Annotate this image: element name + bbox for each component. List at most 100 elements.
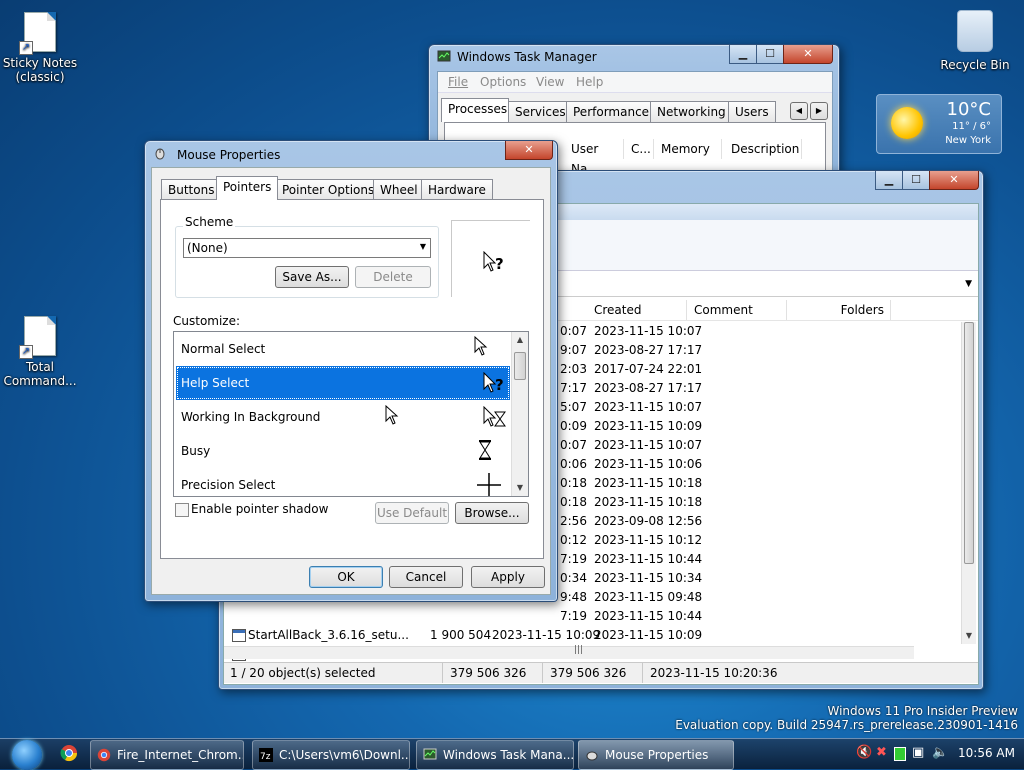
task-manager-icon <box>437 50 451 62</box>
file-list-vertical-scrollbar[interactable]: ▼ <box>961 322 976 644</box>
clock[interactable]: 10:56 AM <box>958 746 1015 760</box>
scroll-up-arrow[interactable]: ▲ <box>512 332 528 348</box>
tab-scroll-left-button[interactable]: ◀ <box>790 102 808 120</box>
pointer-row-busy[interactable]: Busy <box>176 434 510 468</box>
scheme-dropdown[interactable]: (None) ▼ <box>183 238 431 258</box>
desktop-icon-label: Command... <box>3 374 77 388</box>
modified-time: 0:12 <box>560 533 587 547</box>
column-description[interactable]: Description <box>725 139 802 159</box>
created-date: 2023-11-15 10:06 <box>594 457 703 471</box>
pointer-list-scrollbar[interactable]: ▲ ▼ <box>511 332 528 496</box>
pointer-list[interactable]: Normal Select Help Select ? Working In B… <box>173 331 529 497</box>
column-memory[interactable]: Memory ... <box>655 139 722 176</box>
scrollbar-thumb[interactable] <box>514 352 526 380</box>
tab-scroll-right-button[interactable]: ▶ <box>810 102 828 120</box>
window-title: Mouse Properties <box>177 148 281 162</box>
security-icon[interactable]: ✖ <box>876 745 887 760</box>
pointer-name: Precision Select <box>181 478 276 492</box>
monitor-icon[interactable]: ▣ <box>912 745 924 760</box>
tab-services[interactable]: Services <box>508 101 573 122</box>
file-list-horizontal-scrollbar[interactable]: ||| <box>224 645 914 659</box>
mouse-properties-window[interactable]: Mouse Properties ✕ Buttons Pointers Poin… <box>144 140 558 602</box>
weather-temperature: 10°C <box>946 99 991 120</box>
tab-users[interactable]: Users <box>728 101 776 122</box>
network-icon[interactable]: 🔇 <box>856 745 872 760</box>
chrome-pinned-button[interactable] <box>60 744 80 764</box>
battery-icon[interactable] <box>894 747 906 761</box>
menu-view[interactable]: View <box>536 75 564 89</box>
tab-wheel[interactable]: Wheel <box>373 179 425 200</box>
ok-button[interactable]: OK <box>309 566 383 588</box>
tab-pointers[interactable]: Pointers <box>216 176 279 200</box>
pointer-row-working-in-background[interactable]: Working In Background <box>176 400 510 434</box>
created-date: 2023-11-15 10:44 <box>594 552 703 566</box>
minimize-button[interactable]: ▁ <box>729 45 757 64</box>
column-cpu[interactable]: C... <box>625 139 654 159</box>
taskbar-item-mouse-properties[interactable]: Mouse Properties <box>578 740 734 770</box>
svg-text:?: ? <box>495 376 504 394</box>
close-button[interactable]: ✕ <box>783 45 833 64</box>
created-date: 2017-07-24 22:01 <box>594 362 703 376</box>
weather-city: New York <box>945 135 991 146</box>
scroll-down-arrow[interactable]: ▼ <box>512 480 528 496</box>
desktop-icon-sticky-notes[interactable]: ↗ Sticky Notes (classic) <box>0 12 80 84</box>
enable-pointer-shadow-checkbox[interactable] <box>175 503 189 517</box>
volume-icon[interactable]: 🔈 <box>932 745 948 760</box>
apply-button[interactable]: Apply <box>471 566 545 588</box>
maximize-button[interactable]: ☐ <box>902 171 930 190</box>
taskbar-item-task-manager[interactable]: Windows Task Mana... <box>416 740 574 770</box>
scheme-label: Scheme <box>183 215 236 229</box>
pointer-name: Working In Background <box>181 410 321 424</box>
task-manager-titlebar[interactable]: Windows Task Manager ▁ ☐ ✕ <box>429 45 839 69</box>
enable-pointer-shadow-label[interactable]: Enable pointer shadow <box>191 502 328 516</box>
column-user-name[interactable]: User Na... <box>565 139 624 176</box>
total-commander-icon: ↗ <box>19 316 56 359</box>
created-date: 2023-11-15 10:18 <box>594 495 703 509</box>
system-tray: 🔇 ✖ ▣ 🔈 10:56 AM <box>852 739 1024 769</box>
chevron-down-icon: ▼ <box>965 279 972 289</box>
modified-time: 2:03 <box>560 362 587 376</box>
cancel-button[interactable]: Cancel <box>389 566 463 588</box>
tab-pointer-options[interactable]: Pointer Options <box>275 179 382 200</box>
desktop-icon-recycle-bin[interactable]: Recycle Bin <box>935 10 1015 72</box>
tab-processes[interactable]: Processes <box>441 98 509 122</box>
close-button[interactable]: ✕ <box>505 141 553 160</box>
pointer-row-precision-select[interactable]: Precision Select <box>176 468 510 496</box>
svg-text:7z: 7z <box>260 752 271 762</box>
tab-performance[interactable]: Performance <box>566 101 657 122</box>
customize-label: Customize: <box>173 314 241 328</box>
taskbar-item-chrome[interactable]: Fire_Internet_Chrom... <box>90 740 244 770</box>
weather-range: 11° / 6° <box>952 121 991 132</box>
minimize-button[interactable]: ▁ <box>875 171 903 190</box>
column-folders[interactable]: Folders <box>788 300 891 320</box>
file-row[interactable]: StartAllBack_3.6.16_setu... 1 900 504 2023… <box>224 626 960 645</box>
file-row[interactable]: 7:19 2023-11-15 10:44 <box>224 607 960 626</box>
save-as-button[interactable]: Save As... <box>275 266 349 288</box>
modified-time: 5:07 <box>560 400 587 414</box>
browse-button[interactable]: Browse... <box>455 502 529 524</box>
delete-button[interactable]: Delete <box>355 266 431 288</box>
modified-date: 2023-11-15 10:09 <box>492 628 601 642</box>
scroll-down-arrow[interactable]: ▼ <box>962 628 976 644</box>
scrollbar-thumb[interactable] <box>964 322 974 564</box>
taskbar-item-file-manager[interactable]: 7z C:\Users\vm6\Downl... <box>252 740 410 770</box>
desktop-icon-total-commander[interactable]: ↗ Total Command... <box>0 316 80 388</box>
maximize-button[interactable]: ☐ <box>756 45 784 64</box>
weather-gadget[interactable]: 10°C 11° / 6° New York <box>876 94 1002 154</box>
tab-hardware[interactable]: Hardware <box>421 179 493 200</box>
pointer-row-normal-select[interactable]: Normal Select <box>176 332 510 366</box>
menu-file[interactable]: File <box>448 75 468 89</box>
tab-buttons[interactable]: Buttons <box>161 179 222 200</box>
taskbar-item-label: Fire_Internet_Chrom... <box>117 748 244 762</box>
pointer-row-help-select[interactable]: Help Select ? <box>176 366 510 400</box>
mouse-properties-titlebar[interactable]: Mouse Properties ✕ <box>145 141 557 165</box>
column-created[interactable]: Created <box>588 300 687 320</box>
tab-networking[interactable]: Networking <box>650 101 733 122</box>
scheme-value: (None) <box>187 241 228 255</box>
column-comment[interactable]: Comment <box>688 300 787 320</box>
menu-help[interactable]: Help <box>576 75 603 89</box>
use-default-button[interactable]: Use Default <box>375 502 449 524</box>
start-button[interactable] <box>6 739 50 770</box>
menu-options[interactable]: Options <box>480 75 526 89</box>
close-button[interactable]: ✕ <box>929 171 979 190</box>
